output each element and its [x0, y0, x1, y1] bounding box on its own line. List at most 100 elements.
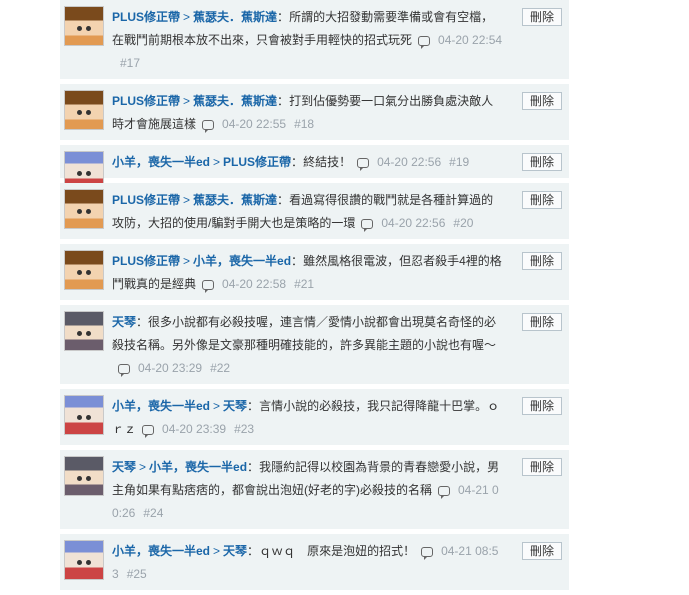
- colon: ：: [247, 544, 260, 558]
- avatar-eye: [86, 560, 91, 565]
- reply-item: 小羊，喪失一半ed > 天琴：ｑｗｑ 原來是泡妞的招式！ 04-21 08:53 #25…: [60, 534, 569, 591]
- delete-button[interactable]: 刪除: [522, 252, 562, 270]
- reply-item: 小羊，喪失一半ed > 天琴：言情小說的必殺技，我只記得降龍十巴掌。ｏｒｚ 04-20…: [60, 389, 569, 446]
- reply-body: PLUS修正帶 > 小羊，喪失一半ed：雖然風格很電波，但忍者殺手4裡的格鬥戰真的是…: [112, 250, 569, 296]
- reply-target-link[interactable]: 天琴: [223, 544, 247, 558]
- colon: ：: [291, 155, 304, 169]
- reply-body: 天琴 > 小羊，喪失一半ed：我隱約記得以校園為背景的青春戀愛小說，男主角如果有點痞…: [112, 456, 569, 525]
- delete-button[interactable]: 刪除: [522, 313, 562, 331]
- avatar[interactable]: [64, 311, 104, 351]
- delete-button[interactable]: 刪除: [522, 8, 562, 26]
- floor-number: #17: [120, 56, 141, 70]
- avatar-eye: [77, 415, 82, 420]
- floor-number: #19: [449, 155, 470, 169]
- author-link[interactable]: PLUS修正帶: [112, 94, 180, 108]
- avatar-eye: [77, 110, 82, 115]
- colon: ：: [277, 193, 290, 207]
- avatar[interactable]: [64, 189, 104, 229]
- reply-text: 很多小說都有必殺技喔，連言情／愛情小說都會出現莫名奇怪的必殺技名稱。另外像是文豪…: [112, 315, 497, 352]
- comment-icon[interactable]: [202, 119, 215, 133]
- comment-icon[interactable]: [421, 546, 434, 560]
- comment-icon[interactable]: [202, 279, 215, 293]
- floor-number: #25: [126, 567, 147, 581]
- author-link[interactable]: PLUS修正帶: [112, 193, 180, 207]
- comment-icon[interactable]: [361, 218, 374, 232]
- delete-button[interactable]: 刪除: [522, 92, 562, 110]
- colon: ：: [247, 399, 260, 413]
- reply-arrow-icon: >: [183, 94, 191, 108]
- reply-arrow-icon: >: [183, 254, 191, 268]
- reply-arrow-icon: >: [213, 544, 221, 558]
- reply-body: PLUS修正帶 > 蕉瑟夫．蕉斯達：打到佔優勢要一口氣分出勝負處決敵人時才會施展這樣…: [112, 90, 569, 136]
- reply-time: 04-20 22:55: [222, 117, 287, 131]
- reply-item: 天琴：很多小說都有必殺技喔，連言情／愛情小說都會出現莫名奇怪的必殺技名稱。另外像…: [60, 305, 569, 385]
- reply-body: 小羊，喪失一半ed > 天琴：ｑｗｑ 原來是泡妞的招式！ 04-21 08:53 #25: [112, 540, 569, 586]
- reply-target-link[interactable]: 小羊，喪失一半ed: [193, 254, 291, 268]
- delete-button[interactable]: 刪除: [522, 542, 562, 560]
- colon: ：: [277, 94, 290, 108]
- reply-time: 04-20 23:39: [162, 422, 227, 436]
- avatar-eye: [77, 476, 82, 481]
- reply-target-link[interactable]: 蕉瑟夫．蕉斯達: [193, 193, 277, 207]
- avatar-eye: [86, 476, 91, 481]
- avatar-eye: [77, 26, 82, 31]
- reply-text: 終結技！: [303, 155, 352, 169]
- avatar-eye: [77, 171, 82, 176]
- author-link[interactable]: 小羊，喪失一半ed: [112, 399, 210, 413]
- avatar[interactable]: [64, 540, 104, 580]
- reply-item: PLUS修正帶 > 蕉瑟夫．蕉斯達：看過寫得很讚的戰鬥就是各種計算過的攻防，大招的使…: [60, 183, 569, 240]
- comment-icon[interactable]: [118, 363, 130, 377]
- delete-button[interactable]: 刪除: [522, 153, 562, 171]
- author-link[interactable]: 小羊，喪失一半ed: [112, 155, 210, 169]
- reply-arrow-icon: >: [213, 155, 221, 169]
- reply-target-link[interactable]: 小羊，喪失一半ed: [149, 460, 247, 474]
- colon: ：: [277, 10, 290, 24]
- avatar[interactable]: [64, 250, 104, 290]
- reply-item: 天琴 > 小羊，喪失一半ed：我隱約記得以校園為背景的青春戀愛小說，男主角如果有點痞…: [60, 450, 569, 530]
- avatar[interactable]: [64, 6, 104, 46]
- avatar[interactable]: [64, 395, 104, 435]
- reply-arrow-icon: >: [183, 10, 191, 24]
- floor-number: #22: [210, 361, 231, 375]
- comment-icon[interactable]: [357, 157, 370, 171]
- reply-item: PLUS修正帶 > 蕉瑟夫．蕉斯達：打到佔優勢要一口氣分出勝負處決敵人時才會施展這樣…: [60, 84, 569, 141]
- reply-target-link[interactable]: 蕉瑟夫．蕉斯達: [193, 94, 277, 108]
- delete-button[interactable]: 刪除: [522, 458, 562, 476]
- author-link[interactable]: 小羊，喪失一半ed: [112, 544, 210, 558]
- reply-body: 小羊，喪失一半ed > 天琴：言情小說的必殺技，我只記得降龍十巴掌。ｏｒｚ 04-20…: [112, 395, 569, 441]
- delete-button[interactable]: 刪除: [522, 191, 562, 209]
- reply-target-link[interactable]: PLUS修正帶: [223, 155, 291, 169]
- comment-icon[interactable]: [438, 485, 450, 499]
- floor-number: #21: [294, 277, 315, 291]
- reply-arrow-icon: >: [183, 193, 191, 207]
- reply-item: PLUS修正帶 > 小羊，喪失一半ed：雖然風格很電波，但忍者殺手4裡的格鬥戰真的是…: [60, 244, 569, 301]
- avatar-eye: [86, 270, 91, 275]
- colon: ：: [247, 460, 260, 474]
- delete-button[interactable]: 刪除: [522, 397, 562, 415]
- reply-time: 04-20 22:58: [222, 277, 287, 291]
- reply-target-link[interactable]: 蕉瑟夫．蕉斯達: [193, 10, 277, 24]
- reply-item: PLUS修正帶 > 蕉瑟夫．蕉斯達：所謂的大招發動需要準備或會有空檔，在戰鬥前期根本…: [60, 0, 569, 80]
- reply-body: PLUS修正帶 > 蕉瑟夫．蕉斯達：看過寫得很讚的戰鬥就是各種計算過的攻防，大招的使…: [112, 189, 569, 235]
- reply-arrow-icon: >: [213, 399, 221, 413]
- comment-icon[interactable]: [142, 424, 155, 438]
- colon: ：: [136, 315, 149, 329]
- comment-icon[interactable]: [418, 35, 431, 49]
- reply-body: 小羊，喪失一半ed > PLUS修正帶：終結技！ 04-20 22:56 #19: [112, 151, 569, 174]
- author-link[interactable]: 天琴: [112, 315, 136, 329]
- avatar[interactable]: [64, 456, 104, 496]
- reply-body: 天琴：很多小說都有必殺技喔，連言情／愛情小說都會出現莫名奇怪的必殺技名稱。另外像…: [112, 311, 569, 380]
- avatar-eye: [86, 26, 91, 31]
- floor-number: #20: [453, 216, 474, 230]
- reply-target-link[interactable]: 天琴: [223, 399, 247, 413]
- reply-time: 04-20 22:54: [438, 33, 503, 47]
- floor-number: #18: [294, 117, 315, 131]
- avatar-eye: [77, 270, 82, 275]
- reply-arrow-icon: >: [139, 460, 147, 474]
- author-link[interactable]: 天琴: [112, 460, 136, 474]
- avatar-eye: [77, 331, 82, 336]
- author-link[interactable]: PLUS修正帶: [112, 254, 180, 268]
- avatar-eye: [86, 209, 91, 214]
- author-link[interactable]: PLUS修正帶: [112, 10, 180, 24]
- avatar[interactable]: [64, 90, 104, 130]
